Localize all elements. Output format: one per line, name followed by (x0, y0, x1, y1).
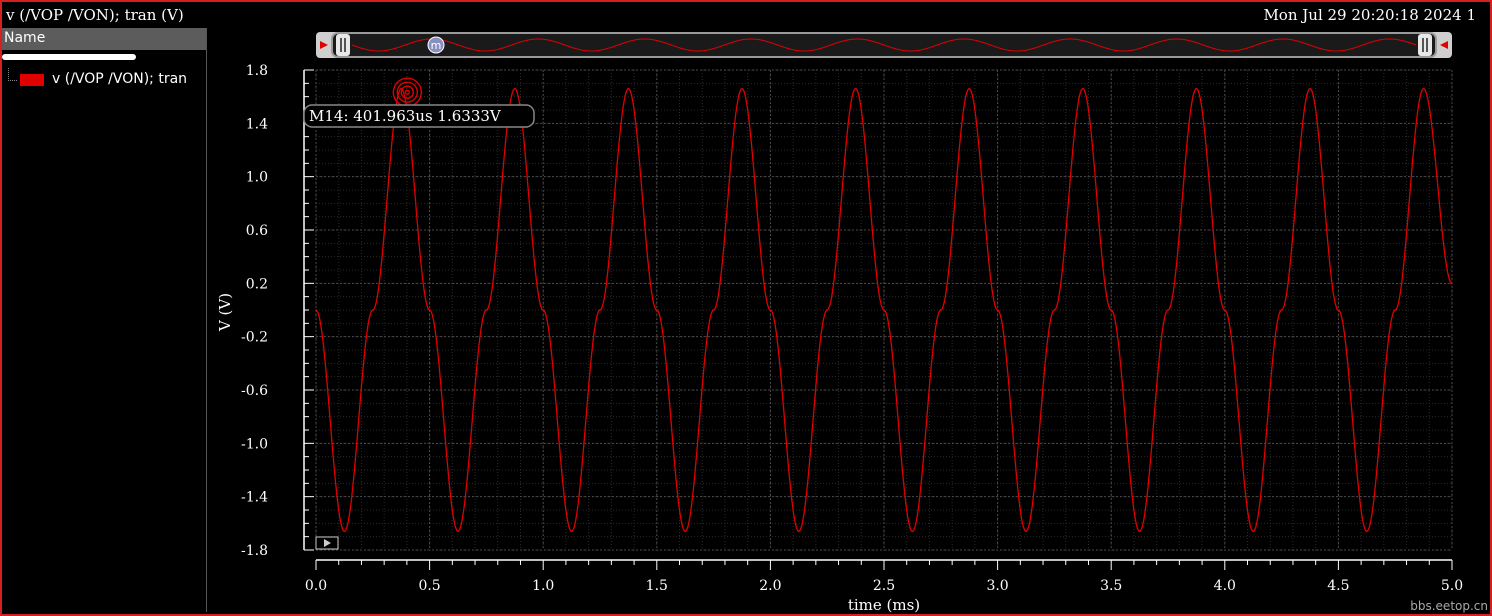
x-tick-label: 1.5 (646, 578, 668, 594)
data-point (656, 309, 658, 311)
data-point (684, 530, 686, 533)
x-tick-label: 3.0 (986, 578, 1008, 594)
overview-right-handle-icon[interactable] (1418, 34, 1432, 56)
data-point (1366, 530, 1368, 533)
data-point (996, 309, 999, 311)
data-point (1280, 309, 1283, 311)
data-point (1224, 309, 1226, 311)
data-point (315, 309, 317, 311)
data-point (570, 530, 573, 533)
data-point (599, 309, 601, 311)
y-tick-label: 0.2 (246, 276, 268, 292)
data-point (457, 530, 459, 533)
chart: m 1.8 1.4 1.0 0.6 0.2 -0.2 -0.6 -1.0 -1.4 -1.8 0.… (216, 32, 1488, 614)
data-point (940, 309, 942, 311)
x-tick-label: 1.0 (532, 578, 554, 594)
y-tick-label: 1.4 (246, 116, 268, 132)
x-tick-label: 2.5 (873, 578, 895, 594)
y-tick-label: -1.4 (241, 490, 268, 506)
data-point (826, 309, 828, 311)
data-point (1394, 309, 1396, 311)
data-point (1422, 87, 1425, 90)
data-point (741, 87, 743, 90)
x-tick-label: 5.0 (1441, 578, 1463, 594)
y-tick-label: 1.0 (246, 170, 268, 186)
y-tick-label: -1.8 (241, 543, 268, 559)
data-point (1451, 282, 1453, 285)
overview-marker-label: m (431, 39, 442, 52)
data-point (1252, 530, 1254, 533)
overview-left-handle-icon[interactable] (336, 34, 350, 56)
x-tick-label: 3.5 (1100, 578, 1122, 594)
data-point (1025, 530, 1027, 533)
data-point (1082, 87, 1084, 90)
data-point (1053, 309, 1056, 311)
data-point (1309, 87, 1311, 90)
play-icon[interactable] (315, 536, 339, 550)
y-tick-label: 0.6 (246, 223, 268, 239)
data-point (1337, 309, 1340, 311)
x-tick-label: 4.5 (1327, 578, 1349, 594)
marker-label: M14: 401.963us 1.6333V (309, 107, 502, 125)
data-point (854, 87, 857, 90)
data-point (627, 87, 630, 90)
data-point (911, 530, 914, 533)
data-point (428, 309, 431, 311)
x-tick-label: 2.0 (759, 578, 781, 594)
overview-marker-badge[interactable]: m (427, 36, 445, 54)
x-axis-label: time (ms) (848, 596, 920, 614)
data-point (798, 530, 800, 533)
data-point (712, 309, 715, 311)
watermark: bbs.eetop.cn (1410, 599, 1488, 613)
data-point (968, 87, 970, 90)
data-point (1138, 530, 1141, 533)
data-point (1167, 309, 1169, 311)
data-point (1110, 309, 1112, 311)
y-axis-label: V (V) (216, 293, 234, 332)
y-tick-label: 1.8 (246, 63, 268, 79)
data-point (1195, 87, 1198, 90)
data-point (542, 309, 544, 311)
data-point (372, 309, 374, 311)
x-tick-label: 0.0 (305, 578, 327, 594)
y-tick-label: -0.6 (241, 383, 268, 399)
data-point (883, 309, 885, 311)
data-point (343, 530, 346, 533)
data-point (514, 87, 516, 90)
data-point (485, 309, 488, 311)
y-tick-label: -0.2 (241, 330, 268, 346)
y-tick-label: -1.0 (241, 436, 268, 452)
data-point (769, 309, 772, 311)
x-tick-label: 0.5 (418, 578, 440, 594)
x-tick-label: 4.0 (1214, 578, 1236, 594)
y-axis: 1.8 1.4 1.0 0.6 0.2 -0.2 -0.6 -1.0 -1.4 -1.8 (241, 63, 305, 559)
overview-strip[interactable]: m (316, 32, 1452, 58)
